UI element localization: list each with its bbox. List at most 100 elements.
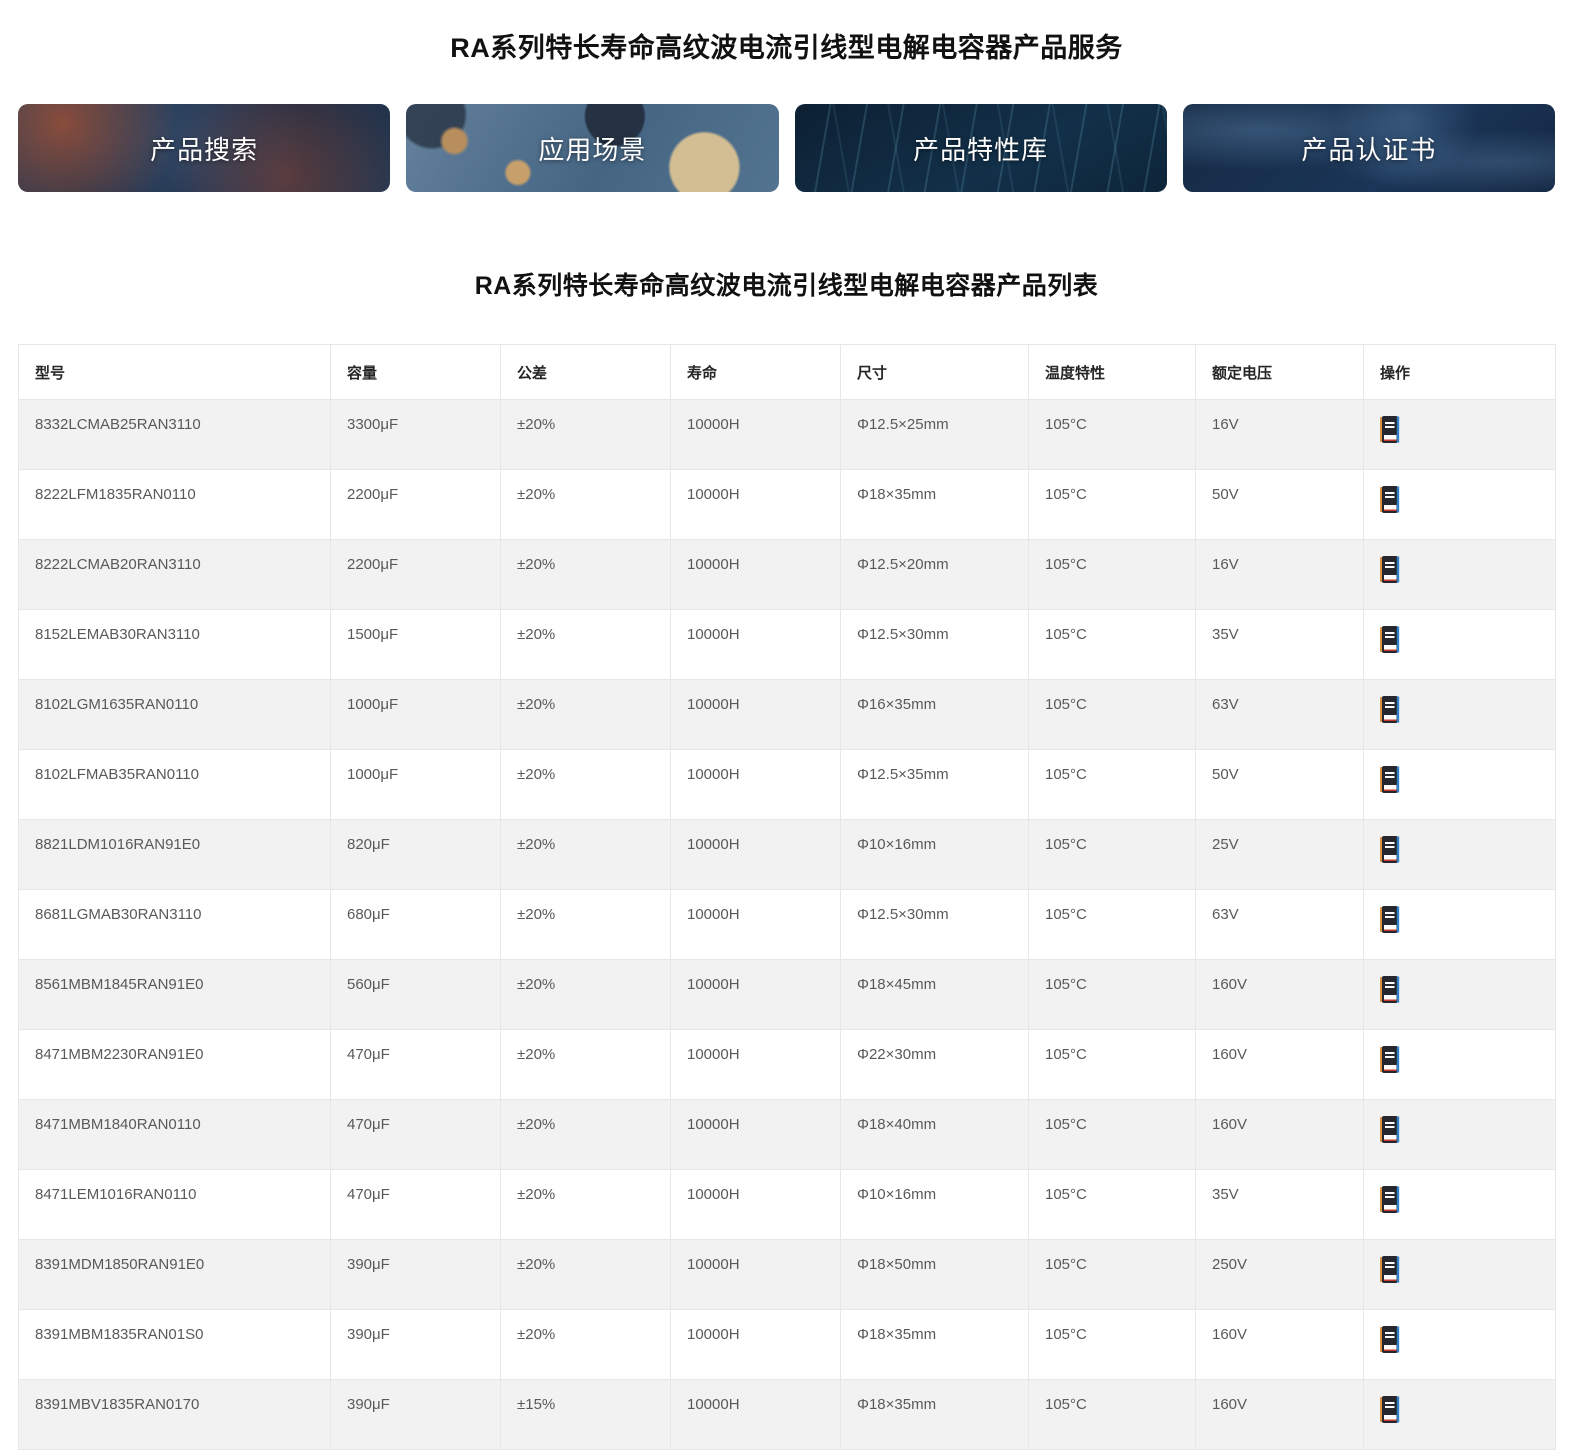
lifetime-cell: 10000H: [671, 1380, 841, 1450]
capacity-cell: 390μF: [331, 1380, 501, 1450]
view-details-button[interactable]: [1380, 836, 1400, 863]
table-row: 8391MDM1850RAN91E0390μF±20%10000HΦ18×50m…: [19, 1240, 1556, 1310]
size-cell: Φ12.5×35mm: [841, 750, 1029, 820]
nav-card-application-scenarios[interactable]: 应用场景: [406, 104, 778, 192]
lifetime-cell: 10000H: [671, 820, 841, 890]
nav-card-product-feature-library[interactable]: 产品特性库: [795, 104, 1167, 192]
model-cell: 8391MDM1850RAN91E0: [19, 1240, 331, 1310]
capacity-cell: 560μF: [331, 960, 501, 1030]
view-details-button[interactable]: [1380, 626, 1400, 653]
view-details-button[interactable]: [1380, 1186, 1400, 1213]
book-icon: [1380, 1186, 1400, 1213]
size-cell: Φ18×35mm: [841, 470, 1029, 540]
nav-card-label: 应用场景: [538, 130, 646, 167]
voltage-cell: 16V: [1196, 400, 1364, 470]
view-details-button[interactable]: [1380, 1046, 1400, 1073]
nav-card-product-search[interactable]: 产品搜索: [18, 104, 390, 192]
table-row: 8222LCMAB20RAN31102200μF±20%10000HΦ12.5×…: [19, 540, 1556, 610]
table-row: 8222LFM1835RAN01102200μF±20%10000HΦ18×35…: [19, 470, 1556, 540]
book-icon: [1380, 906, 1400, 933]
size-cell: Φ18×45mm: [841, 960, 1029, 1030]
model-cell: 8821LDM1016RAN91E0: [19, 820, 331, 890]
model-cell: 8561MBM1845RAN91E0: [19, 960, 331, 1030]
action-cell: [1364, 750, 1556, 820]
action-cell: [1364, 820, 1556, 890]
lifetime-cell: 10000H: [671, 540, 841, 610]
table-row: 8471LEM1016RAN0110470μF±20%10000HΦ10×16m…: [19, 1170, 1556, 1240]
voltage-cell: 50V: [1196, 750, 1364, 820]
nav-card-product-certificates[interactable]: 产品认证书: [1183, 104, 1555, 192]
action-cell: [1364, 400, 1556, 470]
table-row: 8152LEMAB30RAN31101500μF±20%10000HΦ12.5×…: [19, 610, 1556, 680]
table-row: 8391MBV1835RAN0170390μF±15%10000HΦ18×35m…: [19, 1380, 1556, 1450]
view-details-button[interactable]: [1380, 906, 1400, 933]
tolerance-cell: ±20%: [501, 750, 671, 820]
table-row: 8561MBM1845RAN91E0560μF±20%10000HΦ18×45m…: [19, 960, 1556, 1030]
table-row: 8821LDM1016RAN91E0820μF±20%10000HΦ10×16m…: [19, 820, 1556, 890]
capacity-cell: 390μF: [331, 1310, 501, 1380]
model-cell: 8681LGMAB30RAN3110: [19, 890, 331, 960]
action-cell: [1364, 1380, 1556, 1450]
product-table-wrapper: 型号容量公差寿命尺寸温度特性额定电压操作 8332LCMAB25RAN31103…: [18, 344, 1555, 1450]
size-cell: Φ16×35mm: [841, 680, 1029, 750]
action-cell: [1364, 960, 1556, 1030]
book-icon: [1380, 976, 1400, 1003]
action-cell: [1364, 1100, 1556, 1170]
temperature-cell: 105°C: [1029, 1030, 1196, 1100]
view-details-button[interactable]: [1380, 766, 1400, 793]
temperature-cell: 105°C: [1029, 610, 1196, 680]
table-row: 8681LGMAB30RAN3110680μF±20%10000HΦ12.5×3…: [19, 890, 1556, 960]
table-row: 8471MBM1840RAN0110470μF±20%10000HΦ18×40m…: [19, 1100, 1556, 1170]
action-cell: [1364, 680, 1556, 750]
view-details-button[interactable]: [1380, 1116, 1400, 1143]
size-cell: Φ18×50mm: [841, 1240, 1029, 1310]
temperature-cell: 105°C: [1029, 400, 1196, 470]
capacity-cell: 1500μF: [331, 610, 501, 680]
nav-card-label: 产品搜索: [150, 130, 258, 167]
page-title: RA系列特长寿命高纹波电流引线型电解电容器产品服务: [0, 26, 1573, 65]
lifetime-cell: 10000H: [671, 400, 841, 470]
action-cell: [1364, 470, 1556, 540]
book-icon: [1380, 556, 1400, 583]
view-details-button[interactable]: [1380, 556, 1400, 583]
temperature-cell: 105°C: [1029, 820, 1196, 890]
temperature-cell: 105°C: [1029, 750, 1196, 820]
table-header-row: 型号容量公差寿命尺寸温度特性额定电压操作: [19, 345, 1556, 400]
view-details-button[interactable]: [1380, 1396, 1400, 1423]
table-row: 8391MBM1835RAN01S0390μF±20%10000HΦ18×35m…: [19, 1310, 1556, 1380]
tolerance-cell: ±20%: [501, 470, 671, 540]
lifetime-cell: 10000H: [671, 1310, 841, 1380]
view-details-button[interactable]: [1380, 486, 1400, 513]
view-details-button[interactable]: [1380, 976, 1400, 1003]
book-icon: [1380, 696, 1400, 723]
view-details-button[interactable]: [1380, 1326, 1400, 1353]
lifetime-cell: 10000H: [671, 1030, 841, 1100]
model-cell: 8222LCMAB20RAN3110: [19, 540, 331, 610]
column-header: 操作: [1364, 345, 1556, 400]
size-cell: Φ22×30mm: [841, 1030, 1029, 1100]
action-cell: [1364, 1170, 1556, 1240]
book-icon: [1380, 1046, 1400, 1073]
view-details-button[interactable]: [1380, 1256, 1400, 1283]
voltage-cell: 160V: [1196, 1310, 1364, 1380]
action-cell: [1364, 540, 1556, 610]
voltage-cell: 160V: [1196, 1380, 1364, 1450]
tolerance-cell: ±20%: [501, 540, 671, 610]
table-row: 8102LFMAB35RAN01101000μF±20%10000HΦ12.5×…: [19, 750, 1556, 820]
size-cell: Φ18×40mm: [841, 1100, 1029, 1170]
voltage-cell: 160V: [1196, 1100, 1364, 1170]
action-cell: [1364, 1240, 1556, 1310]
model-cell: 8391MBV1835RAN0170: [19, 1380, 331, 1450]
nav-card-row: 产品搜索 应用场景 产品特性库 产品认证书: [18, 104, 1555, 192]
voltage-cell: 63V: [1196, 680, 1364, 750]
model-cell: 8222LFM1835RAN0110: [19, 470, 331, 540]
table-row: 8102LGM1635RAN01101000μF±20%10000HΦ16×35…: [19, 680, 1556, 750]
size-cell: Φ18×35mm: [841, 1380, 1029, 1450]
book-icon: [1380, 1326, 1400, 1353]
voltage-cell: 50V: [1196, 470, 1364, 540]
column-header: 型号: [19, 345, 331, 400]
view-details-button[interactable]: [1380, 696, 1400, 723]
table-row: 8471MBM2230RAN91E0470μF±20%10000HΦ22×30m…: [19, 1030, 1556, 1100]
size-cell: Φ12.5×25mm: [841, 400, 1029, 470]
view-details-button[interactable]: [1380, 416, 1400, 443]
